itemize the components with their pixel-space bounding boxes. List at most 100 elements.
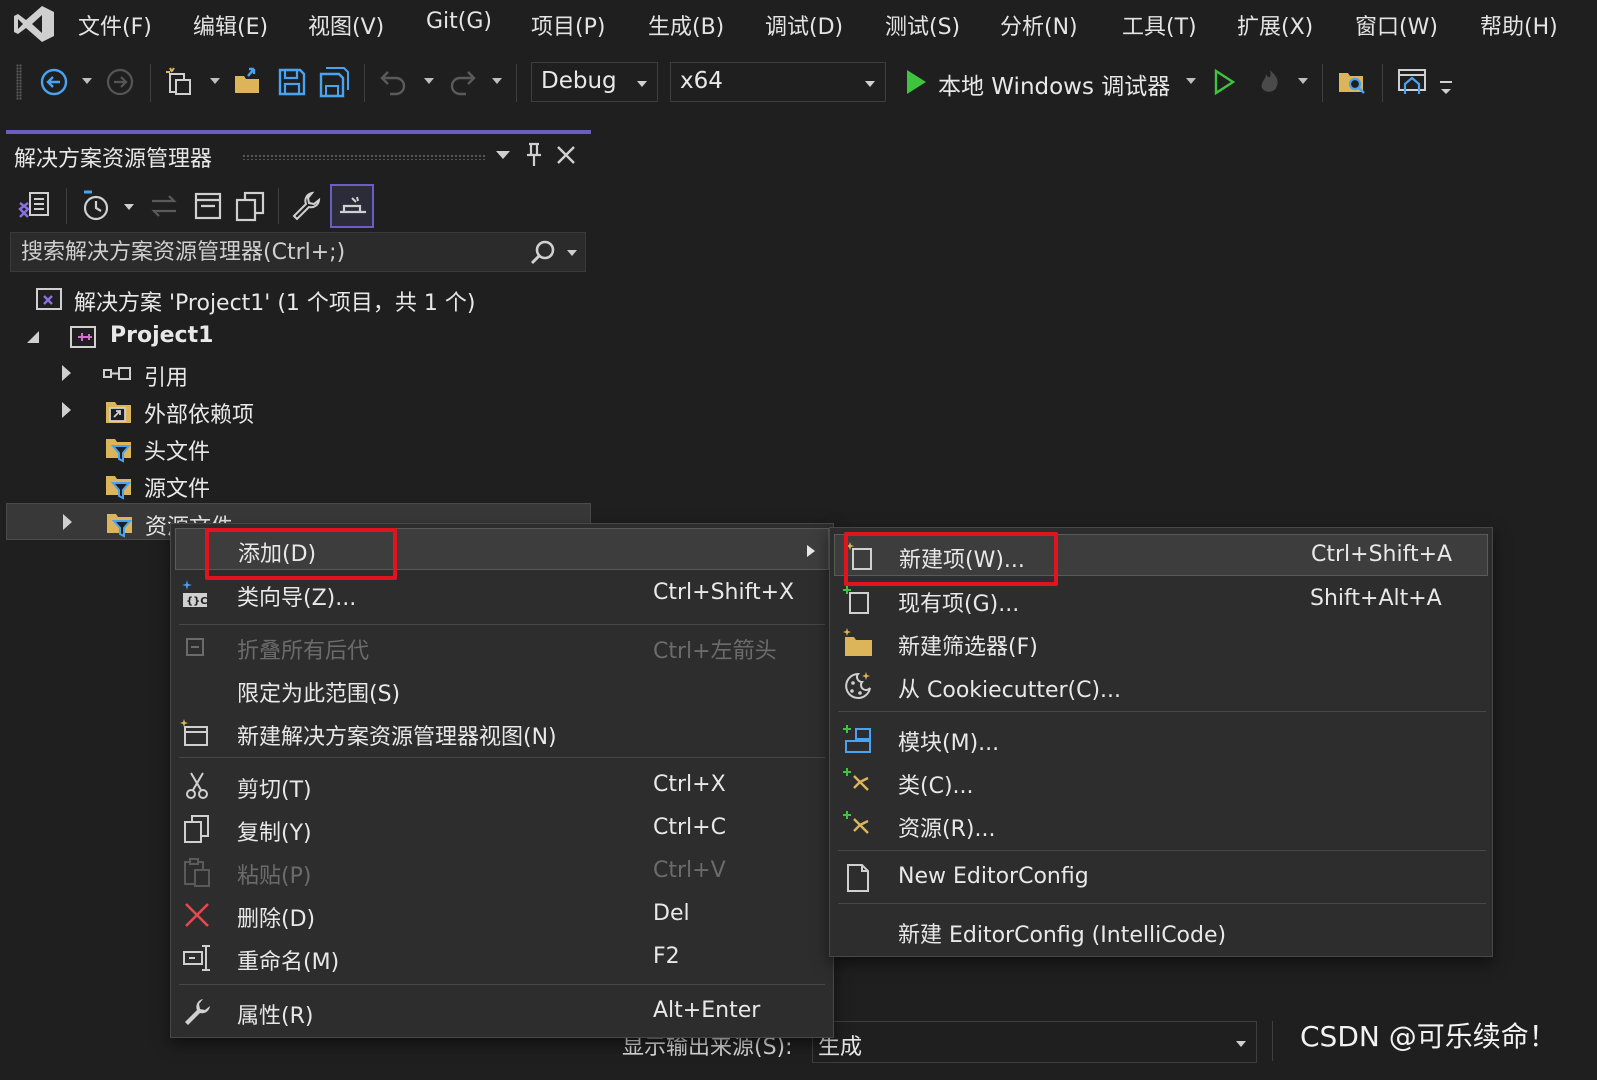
- menu-build[interactable]: 生成(B): [648, 9, 724, 41]
- search-icon[interactable]: [529, 239, 557, 267]
- close-icon[interactable]: [555, 144, 577, 166]
- tree-item-references[interactable]: 引用: [6, 355, 591, 392]
- menu-test[interactable]: 测试(S): [885, 9, 960, 41]
- menu-item-existing-item[interactable]: 现有项(G)... Shift+Alt+A: [830, 579, 1492, 621]
- start-debugging-label[interactable]: 本地 Windows 调试器: [938, 67, 1170, 101]
- file-icon: [847, 864, 869, 892]
- toolbar-separator: [1382, 64, 1383, 102]
- properties-wrench-icon[interactable]: [290, 190, 322, 222]
- collapsed-arrow-icon[interactable]: [62, 402, 71, 418]
- collapsed-arrow-icon[interactable]: [62, 365, 71, 381]
- external-dependencies-icon: [106, 402, 131, 423]
- menu-item-new-editorconfig-label: New EditorConfig: [898, 864, 1089, 889]
- menu-project[interactable]: 项目(P): [531, 9, 605, 41]
- filter-dropdown-icon[interactable]: [124, 204, 134, 210]
- new-project-dropdown-icon[interactable]: [210, 78, 220, 84]
- tree-item-header-files[interactable]: 头文件: [6, 429, 591, 466]
- cut-icon: [186, 772, 208, 799]
- visual-studio-logo-icon[interactable]: [12, 4, 56, 44]
- menu-item-delete[interactable]: 删除(D) Del: [171, 894, 833, 936]
- toolbar-grip[interactable]: [16, 64, 22, 100]
- menu-item-scope-to-this[interactable]: 限定为此范围(S): [171, 669, 833, 711]
- menu-item-new-se-view[interactable]: 新建解决方案资源管理器视图(N): [171, 712, 833, 754]
- expanded-arrow-icon[interactable]: [26, 330, 40, 344]
- open-folder-icon[interactable]: [232, 66, 264, 98]
- menu-item-properties[interactable]: 属性(R) Alt+Enter: [171, 991, 833, 1033]
- menu-item-class-wizard[interactable]: {}C 类向导(Z)... Ctrl+Shift+X: [171, 573, 833, 615]
- debug-target-dropdown-icon[interactable]: [1186, 78, 1196, 84]
- collapsed-arrow-icon[interactable]: [63, 514, 72, 530]
- output-source-combo[interactable]: 生成: [812, 1021, 1257, 1063]
- show-all-files-icon[interactable]: [234, 190, 266, 222]
- menu-item-cut[interactable]: 剪切(T) Ctrl+X: [171, 765, 833, 807]
- preview-icon: [340, 196, 366, 214]
- pending-changes-filter-icon[interactable]: [80, 188, 114, 224]
- new-project-icon[interactable]: [164, 66, 196, 98]
- auto-hide-pin-icon[interactable]: [524, 142, 544, 168]
- menu-extensions[interactable]: 扩展(X): [1237, 9, 1313, 41]
- menu-analyze[interactable]: 分析(N): [1000, 9, 1078, 41]
- tree-item-source-files[interactable]: 源文件: [6, 466, 591, 503]
- menu-edit[interactable]: 编辑(E): [193, 9, 268, 41]
- menu-bar: 文件(F) 编辑(E) 视图(V) Git(G) 项目(P) 生成(B) 调试(…: [0, 0, 1597, 48]
- menu-view[interactable]: 视图(V): [308, 9, 384, 41]
- navigate-back-icon[interactable]: [38, 66, 70, 98]
- svg-text:{}C: {}C: [186, 596, 208, 607]
- solution-explorer-panel: 解决方案资源管理器 搜索解决方案资源管理器(Ctrl+;) 解决方案 'Proj…: [6, 130, 591, 540]
- menu-tools[interactable]: 工具(T): [1122, 9, 1197, 41]
- save-icon[interactable]: [276, 66, 308, 98]
- menu-git[interactable]: Git(G): [426, 9, 492, 34]
- redo-dropdown-icon[interactable]: [492, 78, 502, 84]
- standard-toolbar: Debug x64 本地 Windows 调试器: [0, 56, 1597, 108]
- tree-item-project[interactable]: Project1: [6, 318, 591, 355]
- preview-selected-items-button[interactable]: [330, 184, 374, 228]
- titlebar-grip[interactable]: [242, 154, 486, 160]
- solution-explorer-search-input[interactable]: [21, 237, 521, 267]
- menu-file[interactable]: 文件(F): [78, 9, 152, 41]
- live-share-icon[interactable]: [1396, 66, 1428, 98]
- navigate-forward-icon[interactable]: [104, 66, 136, 98]
- watermark-text: CSDN @可乐续命！: [1300, 1020, 1557, 1053]
- undo-icon[interactable]: [378, 66, 410, 98]
- toolbar-overflow-icon[interactable]: [1436, 76, 1456, 100]
- tree-item-solution[interactable]: 解决方案 'Project1' (1 个项目，共 1 个): [6, 280, 591, 317]
- solution-explorer-toolbar: [6, 182, 591, 230]
- chevron-down-icon: [637, 81, 647, 87]
- navigate-back-dropdown-icon[interactable]: [82, 78, 92, 84]
- menu-help[interactable]: 帮助(H): [1480, 9, 1558, 41]
- collapse-all-icon[interactable]: [192, 190, 224, 222]
- menu-item-new-editorconfig[interactable]: New EditorConfig: [830, 857, 1492, 899]
- menu-item-from-cookiecutter[interactable]: 从 Cookiecutter(C)...: [830, 665, 1492, 707]
- solution-explorer-search-box[interactable]: [10, 232, 586, 272]
- toolbar-separator: [66, 188, 67, 224]
- menu-item-rename[interactable]: 重命名(M) F2: [171, 937, 833, 979]
- search-options-dropdown-icon[interactable]: [567, 250, 577, 256]
- menu-item-rename-shortcut: F2: [653, 944, 680, 969]
- menu-item-rename-label: 重命名(M): [237, 950, 340, 975]
- sync-with-active-document-icon[interactable]: [148, 190, 180, 222]
- menu-debug[interactable]: 调试(D): [765, 9, 843, 41]
- menu-item-new-editorconfig-intellicode[interactable]: 新建 EditorConfig (IntelliCode): [830, 910, 1492, 952]
- menu-item-copy[interactable]: 复制(Y) Ctrl+C: [171, 808, 833, 850]
- toolbar-separator: [516, 64, 517, 102]
- start-debugging-icon[interactable]: [900, 66, 932, 98]
- window-position-dropdown-icon[interactable]: [494, 148, 512, 162]
- find-in-files-icon[interactable]: [1336, 66, 1368, 98]
- save-all-icon[interactable]: [318, 66, 350, 98]
- redo-icon[interactable]: [446, 66, 478, 98]
- menu-item-resource[interactable]: 资源(R)...: [830, 804, 1492, 846]
- undo-dropdown-icon[interactable]: [424, 78, 434, 84]
- start-without-debugging-icon[interactable]: [1208, 66, 1240, 98]
- hot-reload-icon[interactable]: [1254, 66, 1286, 98]
- menu-item-module[interactable]: 模块(M)...: [830, 718, 1492, 760]
- hot-reload-dropdown-icon[interactable]: [1298, 78, 1308, 84]
- solution-configuration-combo[interactable]: Debug: [531, 62, 658, 102]
- module-icon: [843, 725, 871, 753]
- menu-item-new-filter[interactable]: 新建筛选器(F): [830, 622, 1492, 664]
- tree-item-external-dependencies[interactable]: 外部依赖项: [6, 392, 591, 429]
- solution-platform-combo[interactable]: x64: [670, 62, 886, 102]
- menu-separator: [179, 757, 825, 758]
- menu-item-class[interactable]: 类(C)...: [830, 761, 1492, 803]
- menu-window[interactable]: 窗口(W): [1355, 9, 1438, 41]
- switch-views-icon[interactable]: [18, 189, 52, 223]
